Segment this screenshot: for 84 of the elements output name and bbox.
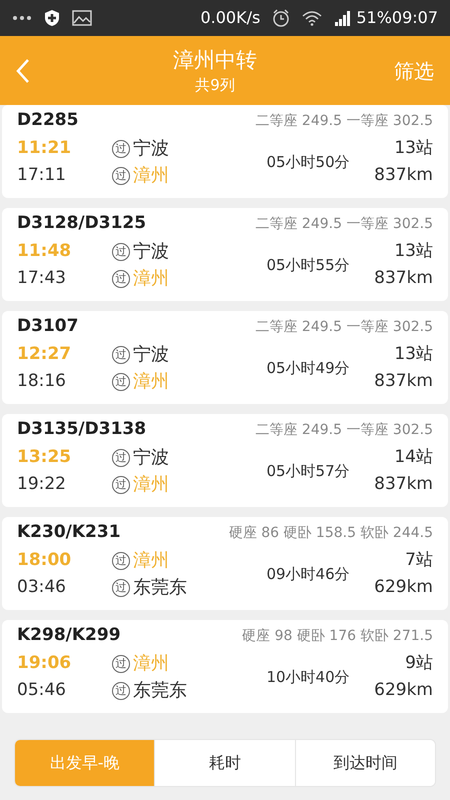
header-title: 漳州中转 <box>173 46 257 74</box>
train-card[interactable]: D3135/D3138 二等座 249.5 一等座 302.5 13:25 19:22 过 宁波 过 漳州 05小时57分 14站 837km <box>2 414 448 507</box>
stop-count: 14站 <box>393 446 433 469</box>
station-name: 漳州 <box>133 549 169 573</box>
travel-duration: 10小时40分 <box>265 666 351 688</box>
station-name: 东莞东 <box>133 679 187 703</box>
station-name: 宁波 <box>133 446 169 470</box>
train-number: K230/K231 <box>17 521 121 544</box>
via-badge: 过 <box>112 242 130 260</box>
train-number: D3107 <box>17 315 78 338</box>
departure-time: 19:06 <box>17 652 72 675</box>
sort-tab[interactable]: 到达时间 <box>294 740 435 786</box>
train-number: D3135/D3138 <box>17 418 146 442</box>
train-card[interactable]: D3107 二等座 249.5 一等座 302.5 12:27 18:16 过 宁波 过 漳州 05小时49分 13站 837km <box>2 311 448 404</box>
stop-count: 13站 <box>393 136 433 160</box>
travel-duration: 09小时46分 <box>265 564 351 585</box>
departure-time: 18:00 <box>17 548 72 572</box>
via-badge: 过 <box>112 682 130 700</box>
dots-icon <box>12 15 32 21</box>
signal-icon <box>334 10 352 26</box>
distance: 629km <box>374 576 433 599</box>
distance: 837km <box>374 370 433 393</box>
via-badge: 过 <box>112 270 130 288</box>
station-name: 漳州 <box>133 652 169 676</box>
via-badge: 过 <box>112 372 130 390</box>
arrival-time: 17:43 <box>17 266 67 290</box>
station-name: 漳州 <box>133 267 169 291</box>
departure-time: 13:25 <box>17 446 72 469</box>
arrival-time: 17:11 <box>17 164 67 187</box>
image-icon <box>72 10 92 26</box>
via-badge: 过 <box>112 346 130 364</box>
train-card[interactable]: K298/K299 硬座 98 硬卧 176 软卧 271.5 19:06 05:46 过 漳州 过 东莞东 10小时40分 9站 629km <box>2 620 448 713</box>
train-number: D3128/D3125 <box>17 212 146 236</box>
network-speed: 0.00K/s <box>200 7 260 29</box>
distance: 629km <box>374 678 433 702</box>
seat-prices: 二等座 249.5 一等座 302.5 <box>255 112 433 130</box>
departure-time: 12:27 <box>17 342 72 366</box>
via-badge: 过 <box>112 448 130 466</box>
stop-count: 7站 <box>404 548 433 572</box>
train-number: K298/K299 <box>17 624 121 648</box>
seat-prices: 硬座 98 硬卧 176 软卧 271.5 <box>242 626 433 646</box>
distance: 837km <box>374 266 433 290</box>
arrival-time: 18:16 <box>17 370 67 393</box>
stop-count: 9站 <box>404 652 433 675</box>
train-card[interactable]: D3128/D3125 二等座 249.5 一等座 302.5 11:48 17:43 过 宁波 过 漳州 05小时55分 13站 837km <box>2 208 448 301</box>
train-card[interactable]: K230/K231 硬座 86 硬卧 158.5 软卧 244.5 18:00 03:46 过 漳州 过 东莞东 09小时46分 7站 629km <box>2 517 448 610</box>
stop-count: 13站 <box>393 240 433 263</box>
via-badge: 过 <box>112 552 130 570</box>
seat-prices: 二等座 249.5 一等座 302.5 <box>255 420 433 440</box>
station-name: 宁波 <box>133 137 169 161</box>
alarm-icon <box>272 9 290 27</box>
via-badge: 过 <box>112 578 130 596</box>
train-number: D2285 <box>17 109 78 132</box>
distance: 837km <box>374 472 433 496</box>
seat-prices: 二等座 249.5 一等座 302.5 <box>255 214 433 234</box>
stop-count: 13站 <box>393 342 433 366</box>
travel-duration: 05小时50分 <box>265 152 351 173</box>
back-icon <box>16 58 30 84</box>
seat-prices: 硬座 86 硬卧 158.5 软卧 244.5 <box>228 524 433 542</box>
arrival-time: 03:46 <box>17 576 67 599</box>
train-card[interactable]: D2285 二等座 249.5 一等座 302.5 11:21 17:11 过 宁波 过 漳州 05小时50分 13站 837km <box>2 105 448 198</box>
station-name: 漳州 <box>133 370 169 394</box>
travel-duration: 05小时57分 <box>265 460 351 482</box>
station-name: 宁波 <box>133 343 169 367</box>
distance: 837km <box>374 164 433 187</box>
battery-time: 51%09:07 <box>356 7 438 29</box>
station-name: 东莞东 <box>133 576 187 600</box>
seat-prices: 二等座 249.5 一等座 302.5 <box>255 318 433 336</box>
station-name: 宁波 <box>133 240 169 264</box>
via-badge: 过 <box>112 140 130 158</box>
arrival-time: 05:46 <box>17 678 67 702</box>
arrival-time: 19:22 <box>17 472 67 496</box>
station-name: 漳州 <box>133 473 169 497</box>
departure-time: 11:48 <box>17 240 72 263</box>
travel-duration: 05小时55分 <box>265 254 351 276</box>
shield-icon <box>44 9 60 27</box>
via-badge: 过 <box>112 166 130 184</box>
departure-time: 11:21 <box>17 136 72 160</box>
travel-duration: 05小时49分 <box>265 358 351 379</box>
station-name: 漳州 <box>133 164 169 188</box>
wifi-icon <box>302 10 322 26</box>
header-subtitle: 共9列 <box>195 74 235 96</box>
via-badge: 过 <box>112 476 130 494</box>
via-badge: 过 <box>112 654 130 672</box>
